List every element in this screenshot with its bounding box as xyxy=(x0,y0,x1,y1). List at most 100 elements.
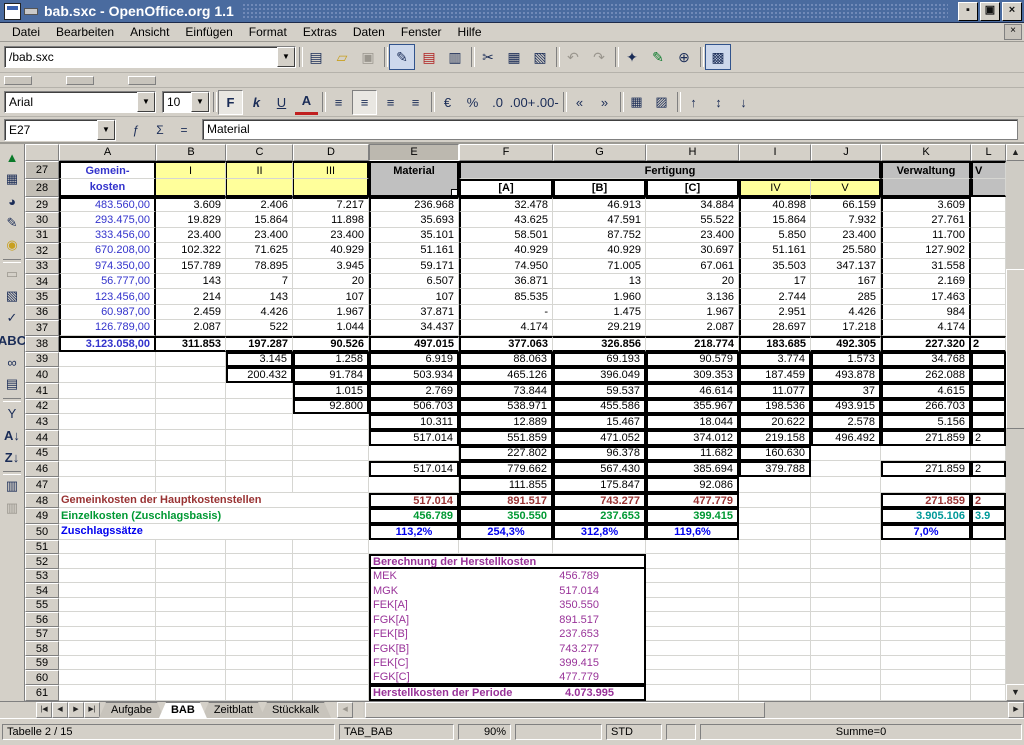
cell-K61[interactable] xyxy=(881,685,971,701)
cell-I48[interactable] xyxy=(739,493,811,509)
cell-A30[interactable]: 293.475,00 xyxy=(59,212,156,227)
cell-H57[interactable] xyxy=(646,627,739,642)
title-bar[interactable]: bab.sxc - OpenOffice.org 1.1 ▪ ▣ × xyxy=(0,0,1024,23)
cell-A52[interactable] xyxy=(59,554,156,569)
cell-F47[interactable]: 111.855 xyxy=(459,477,553,493)
cell-J38[interactable]: 492.305 xyxy=(811,336,881,352)
toolbar-handle[interactable] xyxy=(66,76,94,85)
find-replace-icon[interactable]: ∞ xyxy=(1,351,23,373)
horizontal-scroll-track[interactable] xyxy=(363,702,1008,718)
cell-J40[interactable]: 493.878 xyxy=(811,367,881,383)
cell-A46[interactable] xyxy=(59,461,156,477)
cell-L53[interactable] xyxy=(971,569,1006,584)
maximize-button[interactable]: ▣ xyxy=(980,2,1000,21)
cell-A32[interactable]: 670.208,00 xyxy=(59,243,156,258)
cell-K33[interactable]: 31.558 xyxy=(881,259,971,274)
cell-H42[interactable]: 355.967 xyxy=(646,399,739,415)
cell-J58[interactable] xyxy=(811,641,881,656)
cell-E27[interactable]: Material xyxy=(369,161,459,179)
cell-K29[interactable]: 3.609 xyxy=(881,197,971,212)
cell-L37[interactable] xyxy=(971,320,1006,335)
cell-G56[interactable]: 891.517 xyxy=(553,612,646,627)
menu-item-datei[interactable]: Datei xyxy=(4,24,48,40)
cell-H59[interactable] xyxy=(646,656,739,671)
cell-K46[interactable]: 271.859 xyxy=(881,461,971,477)
cell-E52[interactable]: Berechnung der Herstellkosten xyxy=(369,554,646,569)
vertical-scroll-track[interactable] xyxy=(1006,161,1024,684)
last-sheet-button[interactable]: ▶| xyxy=(84,702,100,718)
row-header-48[interactable]: 48 xyxy=(25,493,59,509)
cell-A27[interactable]: Gemein- xyxy=(59,161,156,179)
cell-B60[interactable] xyxy=(156,670,226,685)
cell-G34[interactable]: 13 xyxy=(553,274,646,289)
cell-A41[interactable] xyxy=(59,383,156,399)
cell-A34[interactable]: 56.777,00 xyxy=(59,274,156,289)
cell-L57[interactable] xyxy=(971,627,1006,642)
cell-K54[interactable] xyxy=(881,583,971,598)
cell-E38[interactable]: 497.015 xyxy=(369,336,459,352)
sort-descending-icon[interactable]: Z↓ xyxy=(1,446,23,468)
zoom-level[interactable]: 90% xyxy=(458,724,511,740)
cell-C57[interactable] xyxy=(226,627,293,642)
italic-button[interactable]: k xyxy=(245,91,268,114)
cell-F43[interactable]: 12.889 xyxy=(459,414,553,430)
cell-D28[interactable] xyxy=(293,179,369,197)
cell-J49[interactable] xyxy=(811,508,881,524)
url-dropdown-icon[interactable]: ▼ xyxy=(277,47,295,67)
cell-G47[interactable]: 175.847 xyxy=(553,477,646,493)
row-header-58[interactable]: 58 xyxy=(25,641,59,656)
cell-F28[interactable]: [A] xyxy=(459,179,553,197)
new-document-icon[interactable]: ▤ xyxy=(304,45,328,69)
cell-A39[interactable] xyxy=(59,352,156,368)
url-value[interactable]: /bab.sxc xyxy=(5,50,277,64)
cell-G37[interactable]: 29.219 xyxy=(553,320,646,335)
cell-K60[interactable] xyxy=(881,670,971,685)
cell-F45[interactable]: 227.802 xyxy=(459,446,553,462)
cell-H55[interactable] xyxy=(646,598,739,613)
close-button[interactable]: × xyxy=(1002,2,1022,21)
cell-I36[interactable]: 2.951 xyxy=(739,305,811,320)
cell-G48[interactable]: 743.277 xyxy=(553,493,646,509)
cell-B37[interactable]: 2.087 xyxy=(156,320,226,335)
cell-E30[interactable]: 35.693 xyxy=(369,212,459,227)
cell-G33[interactable]: 71.005 xyxy=(553,259,646,274)
spellcheck-icon[interactable]: ✓ xyxy=(1,307,23,329)
font-size-combobox[interactable]: 10 ▼ xyxy=(162,91,210,113)
sheet-tab-stückkalk[interactable]: Stückkalk xyxy=(260,702,331,718)
cell-F35[interactable]: 85.535 xyxy=(459,289,553,304)
column-header-E[interactable]: E xyxy=(369,144,459,161)
align-left-button[interactable]: ≡ xyxy=(327,91,350,114)
insert-icon[interactable]: ▲ xyxy=(1,146,23,168)
cell-C34[interactable]: 7 xyxy=(226,274,293,289)
cell-G46[interactable]: 567.430 xyxy=(553,461,646,477)
cell-A53[interactable] xyxy=(59,569,156,584)
cell-E42[interactable]: 506.703 xyxy=(369,399,459,415)
cell-C53[interactable] xyxy=(226,569,293,584)
font-name-dropdown-icon[interactable]: ▼ xyxy=(137,92,155,112)
align-justify-button[interactable]: ≡ xyxy=(404,91,427,114)
cell-C45[interactable] xyxy=(226,446,293,462)
cell-E32[interactable]: 51.161 xyxy=(369,243,459,258)
cell-E59[interactable]: FEK[C] xyxy=(369,656,553,671)
delete-decimal-button[interactable]: .00- xyxy=(536,91,559,114)
cell-C36[interactable]: 4.426 xyxy=(226,305,293,320)
sheet-indicator[interactable]: Tabelle 2 / 15 xyxy=(2,724,335,740)
cell-J57[interactable] xyxy=(811,627,881,642)
cell-B31[interactable]: 23.400 xyxy=(156,228,226,243)
pin-icon[interactable] xyxy=(24,8,38,15)
cell-C56[interactable] xyxy=(226,612,293,627)
cell-I56[interactable] xyxy=(739,612,811,627)
cell-G29[interactable]: 46.913 xyxy=(553,197,646,212)
cell-B55[interactable] xyxy=(156,598,226,613)
column-header-B[interactable]: B xyxy=(156,144,226,161)
cell-B57[interactable] xyxy=(156,627,226,642)
cell-C61[interactable] xyxy=(226,685,293,701)
column-header-J[interactable]: J xyxy=(811,144,881,161)
cell-B53[interactable] xyxy=(156,569,226,584)
cell-E47[interactable] xyxy=(369,477,459,493)
cell-K57[interactable] xyxy=(881,627,971,642)
cell-F40[interactable]: 465.126 xyxy=(459,367,553,383)
gallery-icon[interactable]: ▩ xyxy=(705,44,731,70)
cell-C52[interactable] xyxy=(226,554,293,569)
cell-L28[interactable] xyxy=(971,179,1006,197)
